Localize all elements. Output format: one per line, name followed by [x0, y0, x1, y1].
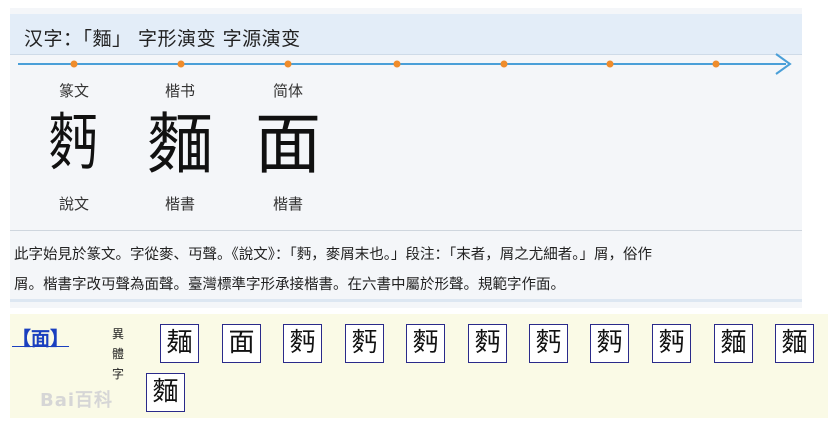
stage-label-kaishu: 楷书: [164, 82, 195, 100]
timeline-dot: [393, 60, 401, 68]
variant-char[interactable]: 麪: [652, 324, 691, 363]
variant-char[interactable]: 麪: [590, 324, 629, 363]
evolution-panel: 汉字：「麵」 字形演变 字源演变 篆文 麪 說文 楷书 麵 楷書 简体 面 楷書…: [10, 8, 802, 308]
variant-char[interactable]: 麵: [775, 324, 814, 363]
stage-glyph-kaishu: 麵: [147, 106, 213, 183]
timeline-dot: [177, 60, 185, 68]
variant-chars-section: 【面】 異 體 字 麺 面 麪 麫 麪 麪 麫 麪 麪 麵 麵 麵: [10, 314, 828, 418]
timeline-dot: [712, 60, 720, 68]
variant-char[interactable]: 面: [222, 324, 261, 363]
variant-char[interactable]: 麪: [468, 324, 507, 363]
variant-char[interactable]: 麵: [146, 373, 185, 412]
timeline-dot: [70, 60, 78, 68]
timeline-dot: [284, 60, 292, 68]
variant-char[interactable]: 麵: [714, 324, 753, 363]
description-line: 屑。楷書字改丏聲為面聲。臺灣標準字形承接楷書。在六書中屬於形聲。規範字作面。: [14, 277, 565, 293]
watermark-logo: Bai百科: [40, 390, 114, 411]
stage-glyph-seal: 麪: [48, 106, 98, 179]
timeline-dot: [500, 60, 508, 68]
variant-char[interactable]: 麪: [283, 324, 322, 363]
variant-label-char: 異: [111, 327, 124, 341]
character-link[interactable]: 【面】: [12, 324, 69, 351]
stage-glyph-simplified: 面: [255, 106, 321, 183]
description: 此字始見於篆文。字從麥、丏聲。《說文》：「麪，麥屑末也。」段注：「末者，屑之尤細…: [14, 240, 798, 300]
description-line: 此字始見於篆文。字從麥、丏聲。《說文》：「麪，麥屑末也。」段注：「末者，屑之尤細…: [14, 247, 652, 263]
stage-source-simplified: 楷書: [272, 195, 303, 213]
variant-label: 異 體 字: [109, 324, 127, 384]
variant-label-char: 體: [111, 347, 124, 361]
stage-source-kaishu: 楷書: [164, 195, 195, 213]
panel-bottom-border: [10, 299, 802, 302]
timeline: [18, 53, 792, 75]
variant-char[interactable]: 麪: [406, 324, 445, 363]
variant-char[interactable]: 麺: [160, 324, 199, 363]
divider: [10, 230, 802, 231]
timeline-dot: [606, 60, 614, 68]
variant-char[interactable]: 麫: [529, 324, 568, 363]
stage-source-seal: 說文: [58, 195, 89, 213]
variant-char[interactable]: 麫: [345, 324, 384, 363]
stage-label-simplified: 简体: [272, 82, 303, 100]
stage-label-seal: 篆文: [58, 82, 89, 100]
variant-label-char: 字: [111, 367, 124, 381]
